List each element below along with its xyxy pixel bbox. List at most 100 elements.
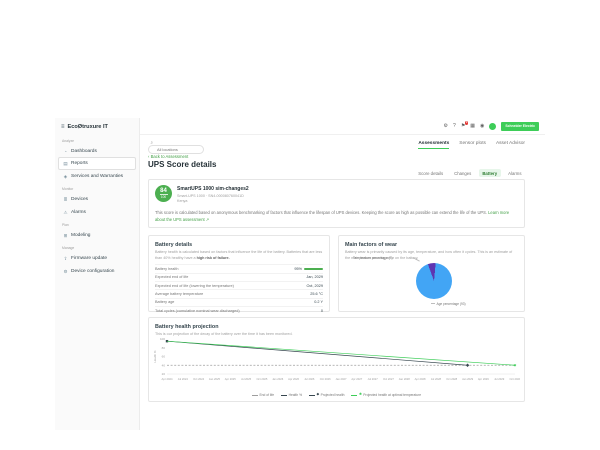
subtab-score-details[interactable]: Score details — [415, 169, 447, 177]
subtab-battery[interactable]: Battery — [479, 169, 501, 177]
legend-marker: ◆ — [317, 393, 320, 396]
legend-item: End of life — [252, 393, 274, 397]
battery-projection-card: Battery health projection This is our pr… — [148, 317, 525, 402]
device-configuration-icon: ⚙ — [63, 269, 68, 275]
sidebar-item-label: Device configuration — [71, 269, 114, 274]
sidebar-section-analyze: Analyze — [55, 135, 139, 145]
menu-icon[interactable]: ≡ — [61, 124, 65, 130]
schneider-electric-logo: Schneider Electric — [501, 122, 539, 131]
subtab-changes[interactable]: Changes — [451, 169, 475, 177]
sidebar-item-label: Firmware update — [71, 256, 107, 261]
user-icon[interactable]: ◉ — [480, 124, 484, 129]
score-value: 84 — [160, 188, 167, 194]
wear-factors-title: Main factors of wear — [345, 242, 518, 248]
x-tick-label: Jul 2027 — [368, 377, 379, 381]
tab-asset-advisor[interactable]: Asset Advisor — [496, 141, 525, 149]
location-search-input[interactable] — [148, 145, 204, 154]
sidebar: ≡ EcoØtruxure IT Analyze ◔ Dashboards ▤ … — [55, 118, 140, 430]
score-badge: 84 100 — [155, 185, 172, 202]
x-tick-label: Jan 2027 — [335, 377, 347, 381]
notifications-bell-icon[interactable]: ⚑9 — [461, 124, 465, 129]
dashboards-icon: ◔ — [63, 149, 68, 154]
subtab-alarms[interactable]: Alarms — [505, 169, 525, 177]
legend-label: Projected health at optimal temperature — [363, 393, 421, 397]
projection-plot: 20406080100Health %Apr 2024Jul 2024Oct 2… — [153, 336, 520, 389]
sidebar-item-modeling[interactable]: ⊞ Modeling — [58, 229, 136, 242]
help-icon[interactable]: ? — [453, 124, 456, 129]
battery-health-bar — [304, 268, 323, 271]
sidebar-item-label: Reports — [71, 161, 88, 166]
logo-text-post: truxure IT — [82, 124, 108, 130]
y-tick-label: 20 — [162, 372, 166, 376]
y-tick-label: 80 — [162, 346, 166, 350]
x-tick-label: Jan 2026 — [272, 377, 284, 381]
x-tick-label: Oct 2029 — [510, 377, 520, 381]
score-description: This score is calculated based on anonym… — [155, 210, 518, 223]
device-info: SmartUPS 1000 sim-changes2 Smart-UPS 100… — [177, 186, 249, 203]
breadcrumb-back-link[interactable]: ‹ Back to Assessment — [148, 154, 188, 159]
firmware-update-icon: ⇪ — [63, 256, 68, 262]
x-tick-label: Oct 2027 — [383, 377, 394, 381]
sidebar-section-monitor: Monitor — [55, 183, 139, 193]
detail-subtabs: Score details Changes Battery Alarms — [415, 169, 525, 177]
sidebar-item-label: Devices — [71, 197, 88, 202]
legend-label: End of life — [259, 393, 274, 397]
table-row: Battery age 0.2 Y — [155, 298, 323, 306]
modeling-icon: ⊞ — [63, 233, 68, 239]
projection-title: Battery health projection — [155, 324, 518, 330]
sidebar-item-services-warranties[interactable]: ◈ Services and Warranties — [58, 170, 136, 183]
sidebar-item-device-configuration[interactable]: ⚙ Device configuration — [58, 265, 136, 278]
x-tick-label: Jul 2024 — [178, 377, 189, 381]
x-tick-label: Apr 2029 — [478, 377, 489, 381]
legend-item: ◆Projected health — [309, 393, 344, 397]
x-tick-label: Apr 2028 — [415, 377, 426, 381]
legend-line-swatch — [351, 395, 357, 396]
table-row: Expected end of life Jan, 2029 — [155, 273, 323, 281]
logo-text-pre: Eco — [68, 124, 78, 130]
tab-assessments[interactable]: Assessments — [418, 141, 449, 149]
x-tick-label: Oct 2025 — [256, 377, 267, 381]
topbar: ⚙ ? ⚑9 ▦ ◉ Schneider Electric — [140, 118, 545, 135]
battery-details-rows: Battery health 95% Expected end of life … — [155, 264, 323, 314]
x-tick-label: Jul 2029 — [494, 377, 505, 381]
projection-legend: End of lifeHealth %◆Projected health✱Pro… — [149, 393, 524, 397]
main-tabs: Assessments Sensor plots Asset Advisor — [418, 141, 525, 149]
battery-details-description: Battery health is calculated based on fa… — [155, 250, 323, 261]
gear-icon[interactable]: ⚙ — [444, 124, 448, 129]
pie-label-age: Age percentage (93) — [431, 302, 466, 306]
table-row: Battery health 95% — [155, 264, 323, 272]
sidebar-item-reports[interactable]: ▤ Reports — [58, 157, 136, 170]
sidebar-item-label: Services and Warranties — [71, 174, 123, 179]
series-line — [167, 341, 515, 365]
user-avatar[interactable] — [489, 123, 496, 130]
services-warranties-icon: ◈ — [63, 174, 68, 180]
x-tick-label: Apr 2024 — [162, 377, 173, 381]
sidebar-item-label: Alarms — [71, 210, 86, 215]
x-tick-label: Oct 2024 — [193, 377, 204, 381]
x-tick-label: Jan 2029 — [462, 377, 474, 381]
device-location: Kenya — [177, 199, 249, 203]
sidebar-item-devices[interactable]: ≣ Devices — [58, 193, 136, 206]
sidebar-item-firmware-update[interactable]: ⇪ Firmware update — [58, 252, 136, 265]
reports-icon: ▤ — [63, 161, 68, 167]
app-window: ≡ EcoØtruxure IT Analyze ◔ Dashboards ▤ … — [55, 118, 545, 430]
x-tick-label: Apr 2026 — [288, 377, 299, 381]
series-marker: ✱ — [513, 364, 517, 368]
legend-label: Projected health — [321, 393, 345, 397]
page-title: UPS Score details — [148, 160, 216, 169]
apps-grid-icon[interactable]: ▦ — [470, 124, 475, 129]
legend-marker: ✱ — [359, 393, 362, 396]
legend-item: ✱Projected health at optimal temperature — [351, 393, 421, 397]
table-row: Total cycles (cumulative nominal wear di… — [155, 306, 323, 314]
y-tick-label: 60 — [162, 355, 166, 359]
legend-item: Health % — [281, 393, 302, 397]
ecostruxure-logo: EcoØtruxure IT — [68, 124, 108, 130]
x-tick-label: Jul 2028 — [431, 377, 442, 381]
x-tick-label: Jul 2025 — [241, 377, 252, 381]
sidebar-item-alarms[interactable]: ⚠ Alarms — [58, 206, 136, 219]
table-row: Expected end of life (lowering the tempe… — [155, 281, 323, 289]
tab-sensor-plots[interactable]: Sensor plots — [459, 141, 486, 149]
sidebar-header: ≡ EcoØtruxure IT — [55, 122, 139, 135]
series-line — [167, 341, 468, 365]
sidebar-item-dashboards[interactable]: ◔ Dashboards — [58, 145, 136, 157]
